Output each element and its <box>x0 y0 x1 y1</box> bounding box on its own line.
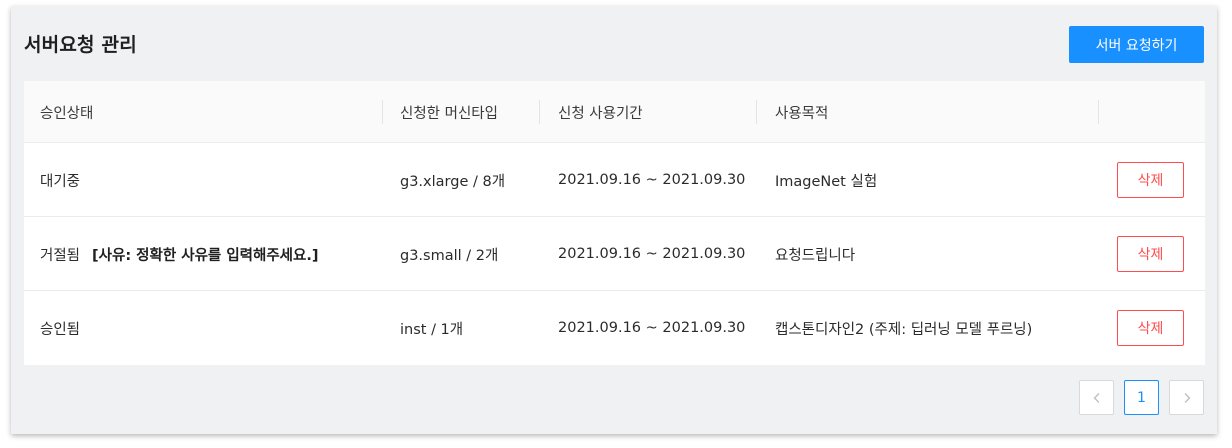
purpose-cell: ImageNet 실험 <box>775 173 878 190</box>
status-text: 거절됨 <box>40 247 81 264</box>
purpose-cell: 요청드립니다 <box>775 247 856 264</box>
period-cell: 2021.09.16 ~ 2021.09.30 <box>558 172 746 188</box>
chevron-left-icon <box>1093 392 1099 403</box>
table-row: 거절됨 [사유: 정확한 사유를 입력해주세요.] g3.small / 2개 … <box>24 217 1205 291</box>
delete-button[interactable]: 삭제 <box>1117 162 1184 198</box>
column-header-purpose: 사용목적 <box>775 105 829 122</box>
status-cell: 거절됨 [사유: 정확한 사유를 입력해주세요.] <box>40 217 319 291</box>
rejection-reason: [사유: 정확한 사유를 입력해주세요.] <box>92 247 319 264</box>
delete-button[interactable]: 삭제 <box>1117 236 1184 272</box>
request-server-button[interactable]: 서버 요청하기 <box>1069 26 1204 63</box>
column-divider <box>539 100 540 124</box>
next-page-button[interactable] <box>1169 380 1204 415</box>
table-row: 승인됨 inst / 1개 2021.09.16 ~ 2021.09.30 캡스… <box>24 291 1205 365</box>
table-header: 승인상태 신청한 머신타입 신청 사용기간 사용목적 <box>24 81 1205 143</box>
status-cell: 승인됨 <box>40 291 80 365</box>
table-row: 대기중 g3.xlarge / 8개 2021.09.16 ~ 2021.09.… <box>24 143 1205 217</box>
previous-page-button[interactable] <box>1079 380 1114 415</box>
period-cell: 2021.09.16 ~ 2021.09.30 <box>558 320 746 336</box>
server-request-panel: 서버요청 관리 서버 요청하기 승인상태 신청한 머신타입 신청 사용기간 사용… <box>11 6 1217 434</box>
column-divider <box>756 100 757 124</box>
status-text: 승인됨 <box>40 321 81 338</box>
period-cell: 2021.09.16 ~ 2021.09.30 <box>558 246 746 262</box>
requests-table: 승인상태 신청한 머신타입 신청 사용기간 사용목적 대기중 g3.xlarge… <box>24 81 1205 365</box>
chevron-right-icon <box>1184 392 1190 403</box>
column-divider <box>382 100 383 124</box>
column-header-status: 승인상태 <box>40 105 94 122</box>
page-title: 서버요청 관리 <box>24 34 137 56</box>
machine-cell: g3.small / 2개 <box>400 247 499 264</box>
column-header-period: 신청 사용기간 <box>558 105 643 122</box>
delete-button[interactable]: 삭제 <box>1117 310 1184 346</box>
column-divider <box>1098 100 1099 124</box>
status-cell: 대기중 <box>40 143 80 217</box>
machine-cell: g3.xlarge / 8개 <box>400 173 506 190</box>
purpose-cell: 캡스톤디자인2 (주제: 딥러닝 모델 푸르닝) <box>775 321 1033 338</box>
status-text: 대기중 <box>40 173 81 190</box>
machine-cell: inst / 1개 <box>400 321 464 338</box>
column-header-machine: 신청한 머신타입 <box>400 105 498 122</box>
page-number-button[interactable]: 1 <box>1124 380 1159 415</box>
